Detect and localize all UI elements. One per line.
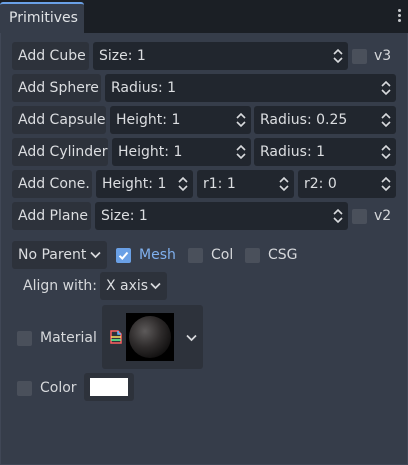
mesh-label: Mesh (139, 247, 176, 263)
check-icon (118, 251, 129, 260)
parent-dropdown-value: No Parent (18, 247, 87, 263)
add-plane-button[interactable]: Add Plane (12, 202, 91, 230)
cube-v3-label: v3 (374, 48, 392, 64)
tab-menu-icon[interactable] (394, 8, 404, 26)
material-preview-sphere (126, 313, 174, 361)
align-dropdown[interactable]: X axis (100, 272, 167, 300)
cylinder-radius-value: Radius: 1 (260, 144, 326, 160)
tab-bar: Primitives (0, 0, 408, 33)
cone-r1-value: r1: 1 (203, 176, 236, 192)
cube-size-value: Size: 1 (99, 48, 146, 64)
color-label: Color (40, 380, 77, 396)
spin-arrows-icon (178, 176, 188, 192)
spin-arrows-icon (381, 144, 391, 160)
chevron-down-icon (150, 282, 161, 290)
mesh-checkbox[interactable] (116, 248, 131, 263)
plane-size-value: Size: 1 (101, 208, 148, 224)
add-cone-button[interactable]: Add Cone. (12, 170, 92, 198)
plane-size-field[interactable]: Size: 1 (95, 202, 348, 230)
spin-arrows-icon (333, 208, 343, 224)
add-sphere-button[interactable]: Add Sphere (12, 74, 101, 102)
spin-arrows-icon (381, 112, 391, 128)
material-checkbox[interactable] (17, 331, 32, 346)
plane-v2-label: v2 (374, 208, 392, 224)
sphere-radius-field[interactable]: Radius: 1 (105, 74, 396, 102)
spin-arrows-icon (381, 176, 391, 192)
tab-primitives[interactable]: Primitives (0, 2, 84, 33)
capsule-radius-value: Radius: 0.25 (260, 112, 348, 128)
align-label: Align with: (23, 278, 97, 294)
chevron-down-icon (90, 251, 101, 259)
col-checkbox[interactable] (188, 248, 203, 263)
color-checkbox[interactable] (17, 381, 32, 396)
chevron-down-icon[interactable] (186, 334, 197, 342)
cylinder-height-value: Height: 1 (118, 144, 183, 160)
capsule-height-field[interactable]: Height: 1 (110, 106, 251, 134)
cylinder-height-field[interactable]: Height: 1 (112, 138, 251, 166)
align-dropdown-value: X axis (106, 278, 149, 294)
spin-arrows-icon (279, 176, 289, 192)
spin-arrows-icon (236, 144, 246, 160)
capsule-radius-field[interactable]: Radius: 0.25 (254, 106, 396, 134)
cube-v3-checkbox[interactable] (352, 49, 367, 64)
cone-r2-value: r2: 0 (304, 176, 337, 192)
csg-label: CSG (268, 247, 298, 263)
cone-r2-field[interactable]: r2: 0 (298, 170, 396, 198)
cylinder-radius-field[interactable]: Radius: 1 (254, 138, 396, 166)
capsule-height-value: Height: 1 (116, 112, 181, 128)
cone-height-field[interactable]: Height: 1 (96, 170, 193, 198)
material-label: Material (40, 330, 97, 346)
spin-arrows-icon (236, 112, 246, 128)
spin-arrows-icon (333, 48, 343, 64)
add-cube-button[interactable]: Add Cube (12, 42, 89, 70)
add-cylinder-button[interactable]: Add Cylinder (12, 138, 108, 166)
color-swatch (90, 378, 128, 396)
parent-dropdown[interactable]: No Parent (12, 241, 107, 269)
cube-size-field[interactable]: Size: 1 (93, 42, 348, 70)
add-capsule-button[interactable]: Add Capsule (12, 106, 106, 134)
cone-r1-field[interactable]: r1: 1 (197, 170, 294, 198)
plane-v2-checkbox[interactable] (352, 209, 367, 224)
primitives-panel: Primitives Add Cube Size: 1 v3 Add Spher… (0, 0, 408, 465)
col-label: Col (211, 247, 234, 263)
cone-height-value: Height: 1 (102, 176, 167, 192)
material-resource-icon (110, 330, 122, 344)
spin-arrows-icon (381, 80, 391, 96)
csg-checkbox[interactable] (245, 248, 260, 263)
material-picker[interactable] (102, 305, 203, 369)
sphere-radius-value: Radius: 1 (111, 80, 177, 96)
color-picker-button[interactable] (84, 373, 134, 401)
